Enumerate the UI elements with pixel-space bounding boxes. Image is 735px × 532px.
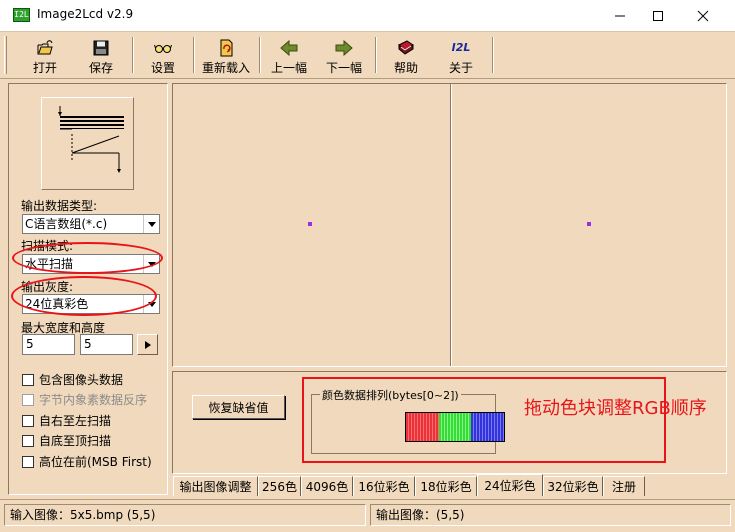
- open-folder-icon: [37, 40, 53, 55]
- output-type-value: C语言数组(*.c): [25, 217, 108, 231]
- about-button[interactable]: I2L 关于: [440, 36, 482, 76]
- reload-label: 重新载入: [201, 61, 250, 75]
- checkbox-box[interactable]: [22, 373, 34, 386]
- settings-button[interactable]: 设置: [142, 36, 184, 76]
- help-label: 帮助: [393, 61, 418, 75]
- close-button[interactable]: [680, 0, 726, 31]
- annotation-ellipse-gray-level: [11, 276, 157, 316]
- checkbox-right-to-left[interactable]: 自右至左扫描: [22, 412, 111, 429]
- tab-256-color[interactable]: 256色: [258, 476, 301, 496]
- toolbar: 打开 保存 设置 重新载入 上一幅 下一幅 帮助 I2L 关于: [0, 31, 735, 79]
- about-logo-icon: I2L: [451, 41, 471, 54]
- status-bar: 输入图像：5x5.bmp (5,5) 输出图像：(5,5): [0, 499, 735, 532]
- minimize-icon: [615, 15, 625, 16]
- checkbox-box[interactable]: [22, 414, 34, 427]
- floppy-disk-icon: [93, 40, 109, 56]
- reload-button[interactable]: 重新载入: [198, 36, 254, 76]
- annotation-text: 拖动色块调整RGB顺序: [524, 398, 707, 419]
- apply-size-button[interactable]: [137, 334, 158, 355]
- checkbox-label: 包含图像头数据: [39, 373, 124, 387]
- input-image-pane: [173, 84, 450, 366]
- input-image-pixel: [308, 222, 312, 226]
- annotation-ellipse-scan-mode: [12, 242, 163, 274]
- next-image-button[interactable]: 下一幅: [321, 36, 367, 76]
- save-label: 保存: [88, 61, 113, 75]
- prev-image-label: 上一幅: [270, 61, 307, 75]
- height-input[interactable]: 5: [80, 334, 133, 355]
- scan-preview: [41, 97, 134, 190]
- checkbox-box[interactable]: [22, 393, 34, 406]
- output-type-select[interactable]: C语言数组(*.c): [22, 214, 160, 234]
- tab-register[interactable]: 注册: [603, 476, 645, 496]
- settings-label: 设置: [150, 61, 175, 75]
- output-type-label: 输出数据类型:: [21, 199, 98, 213]
- close-icon: [697, 10, 709, 21]
- checkbox-reverse-byte-pixels[interactable]: 字节内象素数据反序: [22, 391, 147, 408]
- toolbar-separator: [375, 37, 377, 73]
- open-label: 打开: [32, 61, 57, 75]
- checkbox-include-header[interactable]: 包含图像头数据: [22, 371, 123, 388]
- restore-defaults-button[interactable]: 恢复缺省值: [192, 395, 285, 419]
- status-input-image: 输入图像：5x5.bmp (5,5): [4, 504, 366, 526]
- save-button[interactable]: 保存: [80, 36, 122, 76]
- toolbar-separator: [259, 37, 261, 73]
- tab-18bit-color[interactable]: 18位彩色: [415, 476, 477, 496]
- checkbox-box[interactable]: [22, 455, 34, 468]
- maximize-button[interactable]: [635, 0, 681, 31]
- status-output-image: 输出图像：(5,5): [370, 504, 731, 526]
- output-image-pane: [452, 84, 726, 366]
- prev-image-button[interactable]: 上一幅: [266, 36, 312, 76]
- checkbox-label: 高位在前(MSB First): [39, 455, 152, 469]
- reload-document-icon: [220, 39, 233, 57]
- help-button[interactable]: 帮助: [385, 36, 427, 76]
- arrow-right-icon: [335, 39, 353, 57]
- checkbox-msb-first[interactable]: 高位在前(MSB First): [22, 453, 152, 470]
- tab-16bit-color[interactable]: 16位彩色: [353, 476, 415, 496]
- glasses-icon: [154, 44, 172, 53]
- checkbox-bottom-to-top[interactable]: 自底至顶扫描: [22, 432, 111, 449]
- tab-32bit-color[interactable]: 32位彩色: [543, 476, 603, 496]
- arrow-left-icon: [280, 39, 298, 57]
- output-image-pixel: [587, 222, 591, 226]
- next-image-label: 下一幅: [325, 61, 362, 75]
- checkbox-box[interactable]: [22, 434, 34, 447]
- title-bar: I2L Image2Lcd v2.9: [0, 0, 735, 31]
- checkbox-label: 字节内象素数据反序: [39, 393, 148, 407]
- window-title: Image2Lcd v2.9: [37, 7, 134, 21]
- scan-direction-icon: [58, 106, 124, 173]
- maximize-icon: [653, 10, 663, 21]
- app-icon: I2L: [13, 8, 30, 22]
- chevron-down-icon[interactable]: [143, 215, 159, 233]
- image-preview-area: [172, 83, 727, 367]
- checkbox-label: 自底至顶扫描: [39, 434, 112, 448]
- tab-bar: 输出图像调整 256色 4096色 16位彩色 18位彩色 24位彩色 32位彩…: [172, 474, 727, 496]
- toolbar-separator: [193, 37, 195, 73]
- help-book-icon: [398, 40, 414, 55]
- checkbox-label: 自右至左扫描: [39, 414, 112, 428]
- play-arrow-icon: [144, 340, 151, 349]
- tab-24bit-color[interactable]: 24位彩色: [477, 474, 543, 496]
- tab-4096-color[interactable]: 4096色: [301, 476, 353, 496]
- tab-output-adjust[interactable]: 输出图像调整: [173, 476, 258, 496]
- toolbar-grip[interactable]: [4, 36, 7, 74]
- toolbar-separator: [492, 37, 494, 73]
- toolbar-separator: [132, 37, 134, 73]
- open-button[interactable]: 打开: [24, 36, 66, 76]
- width-input[interactable]: 5: [22, 334, 75, 355]
- about-label: 关于: [448, 61, 473, 75]
